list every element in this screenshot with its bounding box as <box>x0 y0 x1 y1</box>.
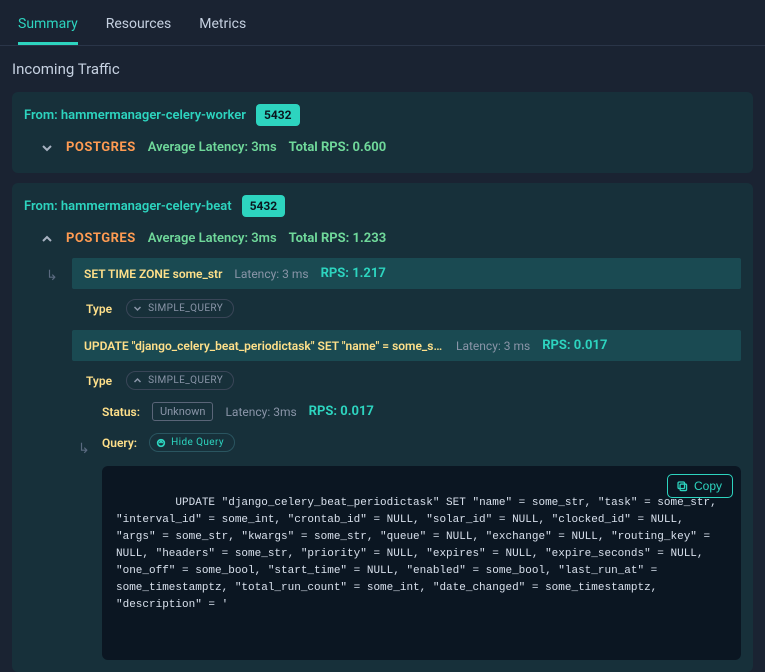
query-header[interactable]: UPDATE "django_celery_beat_periodictask"… <box>72 330 741 361</box>
tab-resources[interactable]: Resources <box>106 10 172 45</box>
type-value: SIMPLE_QUERY <box>148 303 223 314</box>
chevron-up-icon <box>133 376 143 386</box>
query-latency: Latency: 3 ms <box>456 339 530 353</box>
from-label: From: hammermanager-celery-beat <box>24 199 232 214</box>
query-text: SET TIME ZONE some_str <box>84 267 222 281</box>
port-badge: 5432 <box>242 195 286 217</box>
query-block: SET TIME ZONE some_str Latency: 3 ms RPS… <box>72 258 741 324</box>
traffic-card: From: hammermanager-celery-beat 5432 POS… <box>12 183 753 672</box>
status-rps: RPS: 0.017 <box>309 404 374 419</box>
chevron-up-icon[interactable] <box>40 232 54 246</box>
type-label: Type <box>86 302 112 316</box>
from-label: From: hammermanager-celery-worker <box>24 108 246 123</box>
copy-button[interactable]: Copy <box>667 474 733 498</box>
copy-label: Copy <box>694 479 722 493</box>
port-badge: 5432 <box>256 104 300 126</box>
query-block: UPDATE "django_celery_beat_periodictask"… <box>72 330 741 660</box>
protocol-label: POSTGRES <box>66 140 136 155</box>
type-pill[interactable]: SIMPLE_QUERY <box>126 371 234 390</box>
total-rps: Total RPS: 0.600 <box>289 140 387 155</box>
hide-query-label: Hide Query <box>171 437 224 448</box>
full-query-text: UPDATE "django_celery_beat_periodictask"… <box>116 497 723 611</box>
query-code: UPDATE "django_celery_beat_periodictask"… <box>102 466 741 660</box>
hide-query-button[interactable]: Hide Query <box>149 433 235 452</box>
type-value: SIMPLE_QUERY <box>148 375 223 386</box>
query-rps: RPS: 1.217 <box>321 266 386 281</box>
tabs-bar: Summary Resources Metrics <box>0 0 765 46</box>
avg-latency: Average Latency: 3ms <box>148 231 277 246</box>
chevron-down-icon[interactable] <box>40 141 54 155</box>
protocol-row[interactable]: POSTGRES Average Latency: 3ms Total RPS:… <box>24 134 741 161</box>
section-title: Incoming Traffic <box>0 46 765 86</box>
type-label: Type <box>86 374 112 388</box>
collapse-icon <box>156 438 166 448</box>
protocol-label: POSTGRES <box>66 231 136 246</box>
query-rps: RPS: 0.017 <box>542 338 607 353</box>
type-pill[interactable]: SIMPLE_QUERY <box>126 299 234 318</box>
query-label: Query: <box>102 436 137 450</box>
protocol-row[interactable]: POSTGRES Average Latency: 3ms Total RPS:… <box>24 225 741 252</box>
traffic-card: From: hammermanager-celery-worker 5432 P… <box>12 92 753 173</box>
query-header[interactable]: SET TIME ZONE some_str Latency: 3 ms RPS… <box>72 258 741 289</box>
query-latency: Latency: 3 ms <box>234 267 308 281</box>
chevron-down-icon <box>133 304 143 314</box>
status-label: Status: <box>102 405 140 419</box>
status-badge: Unknown <box>152 402 213 421</box>
total-rps: Total RPS: 1.233 <box>289 231 387 246</box>
tab-summary[interactable]: Summary <box>18 10 78 45</box>
indent-arrow-icon: ↳ <box>46 268 58 284</box>
query-text: UPDATE "django_celery_beat_periodictask"… <box>84 339 444 353</box>
avg-latency: Average Latency: 3ms <box>148 140 277 155</box>
status-latency: Latency: 3ms <box>225 405 296 419</box>
tab-metrics[interactable]: Metrics <box>199 10 246 45</box>
indent-arrow-icon: ↳ <box>78 441 90 457</box>
